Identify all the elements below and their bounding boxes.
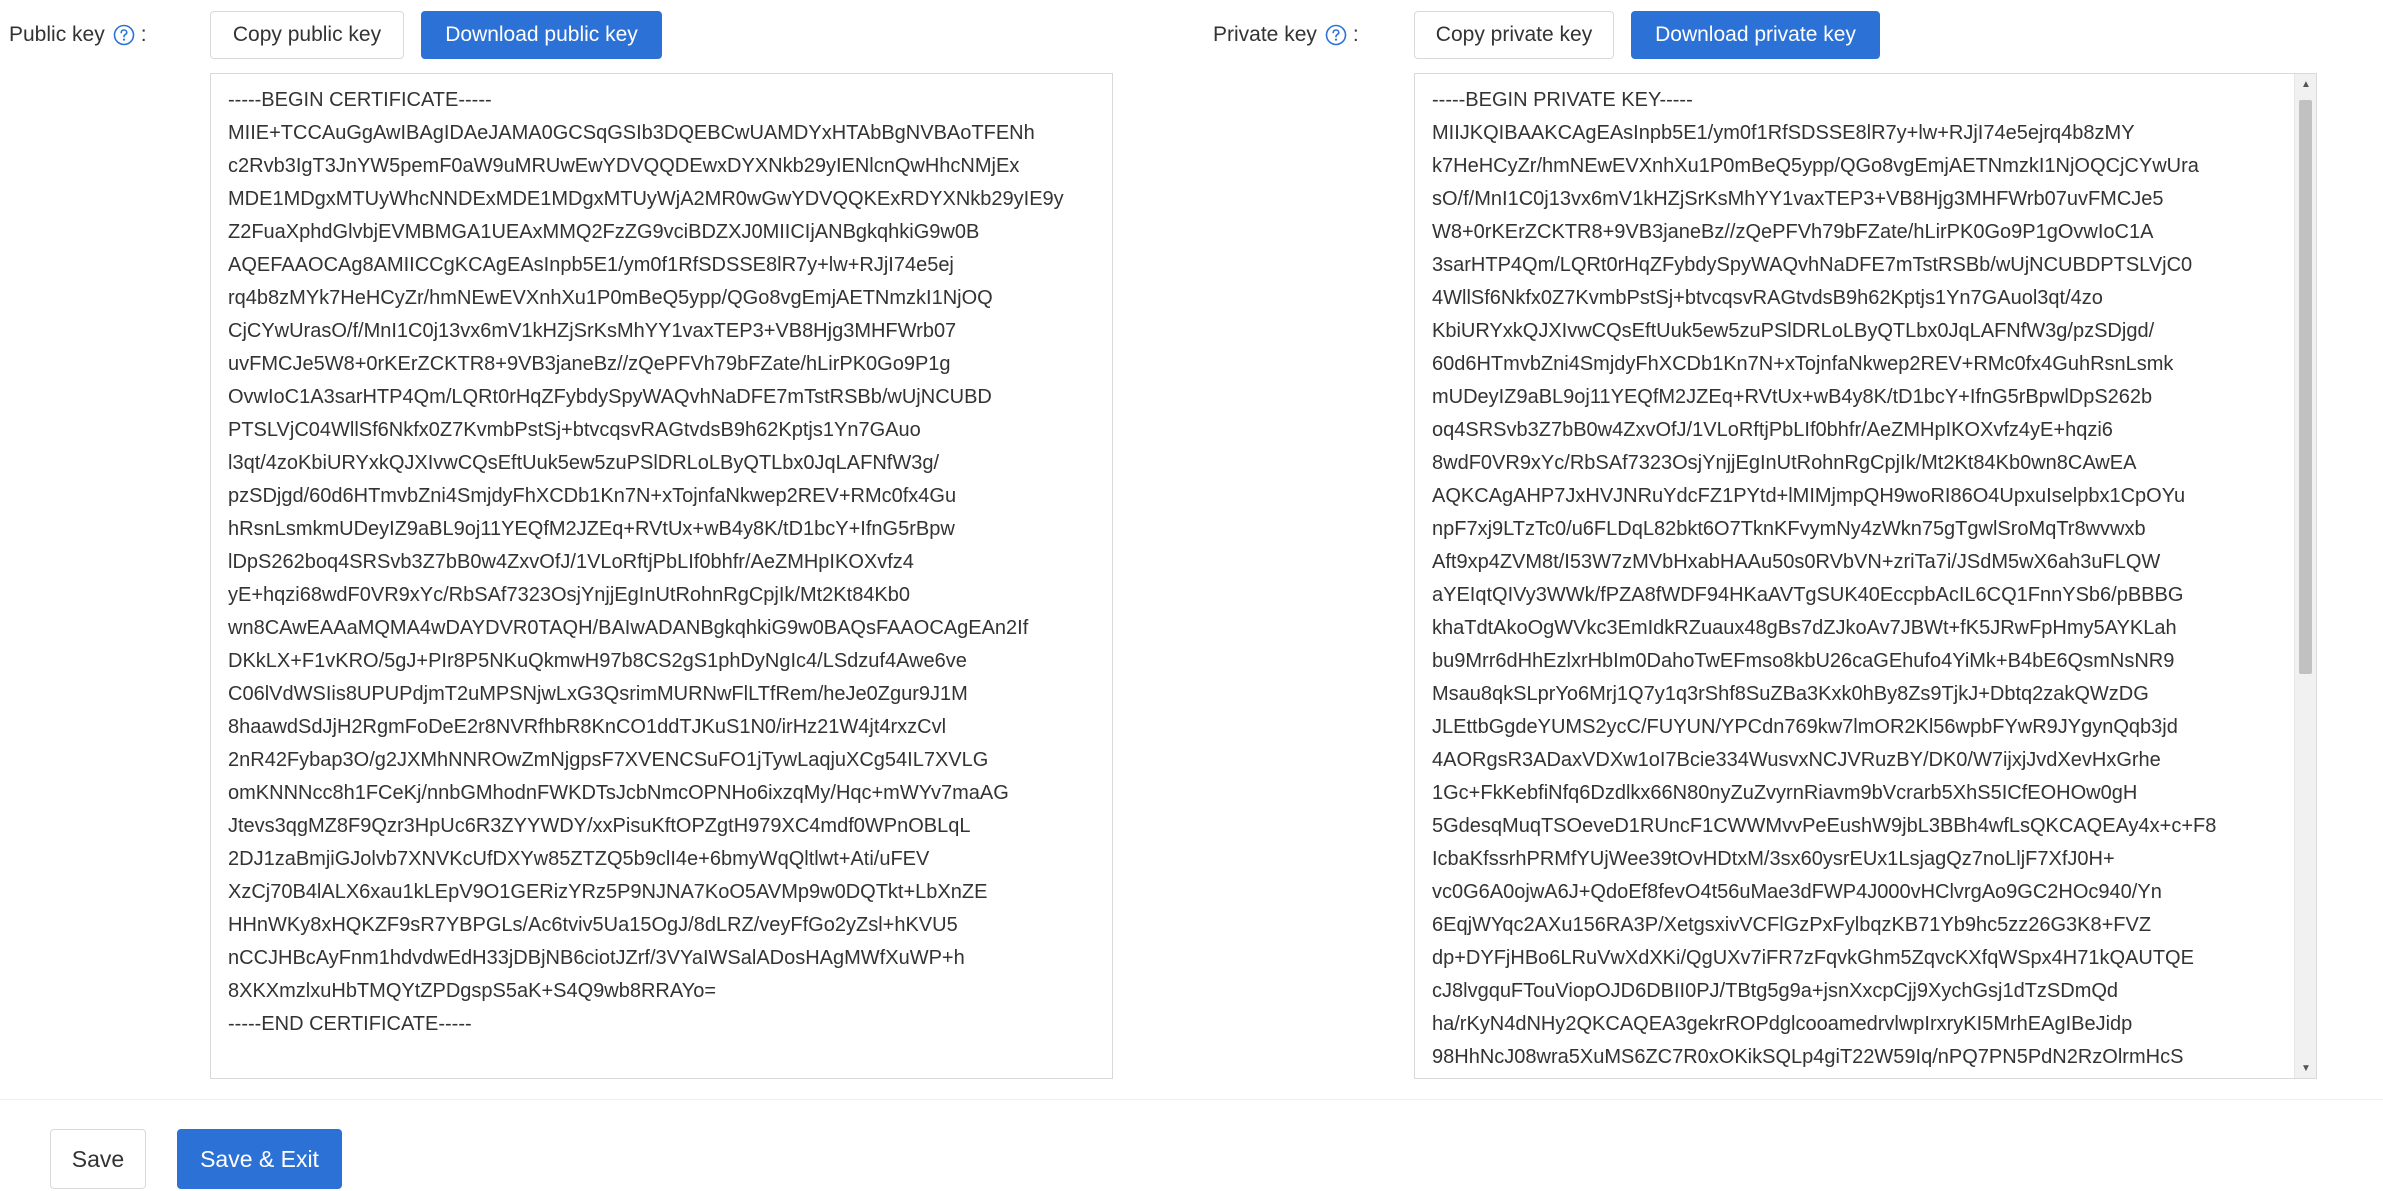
public-key-textarea[interactable]: -----BEGIN CERTIFICATE----- MIIE+TCCAuGg… [210, 73, 1113, 1079]
private-key-colon: : [1352, 23, 1359, 46]
key-settings-page: Public key : Copy public key Download pu… [0, 0, 2383, 1191]
public-key-colon: : [140, 23, 147, 46]
save-button[interactable]: Save [50, 1129, 146, 1189]
copy-private-key-button[interactable]: Copy private key [1414, 11, 1614, 59]
public-key-content: -----BEGIN CERTIFICATE----- MIIE+TCCAuGg… [228, 89, 1064, 1035]
question-circle-icon[interactable] [113, 24, 135, 46]
scrollbar-thumb[interactable] [2299, 100, 2312, 674]
question-circle-icon[interactable] [1325, 24, 1347, 46]
scroll-down-arrow-icon[interactable]: ▼ [2295, 1058, 2316, 1078]
private-key-label: Private key : [1213, 20, 1359, 50]
public-key-label: Public key : [9, 20, 147, 50]
copy-public-key-button[interactable]: Copy public key [210, 11, 404, 59]
download-private-key-button[interactable]: Download private key [1631, 11, 1880, 59]
private-key-content: -----BEGIN PRIVATE KEY----- MIIJKQIBAAKC… [1432, 89, 2217, 1068]
download-public-key-button[interactable]: Download public key [421, 11, 662, 59]
private-key-textarea[interactable]: -----BEGIN PRIVATE KEY----- MIIJKQIBAAKC… [1414, 73, 2317, 1079]
footer-divider [0, 1099, 2383, 1100]
private-key-scrollbar[interactable]: ▲ ▼ [2294, 74, 2316, 1078]
public-key-label-text: Public key [9, 23, 105, 46]
private-key-label-text: Private key [1213, 23, 1317, 46]
scroll-up-arrow-icon[interactable]: ▲ [2295, 74, 2316, 94]
save-and-exit-button[interactable]: Save & Exit [177, 1129, 342, 1189]
